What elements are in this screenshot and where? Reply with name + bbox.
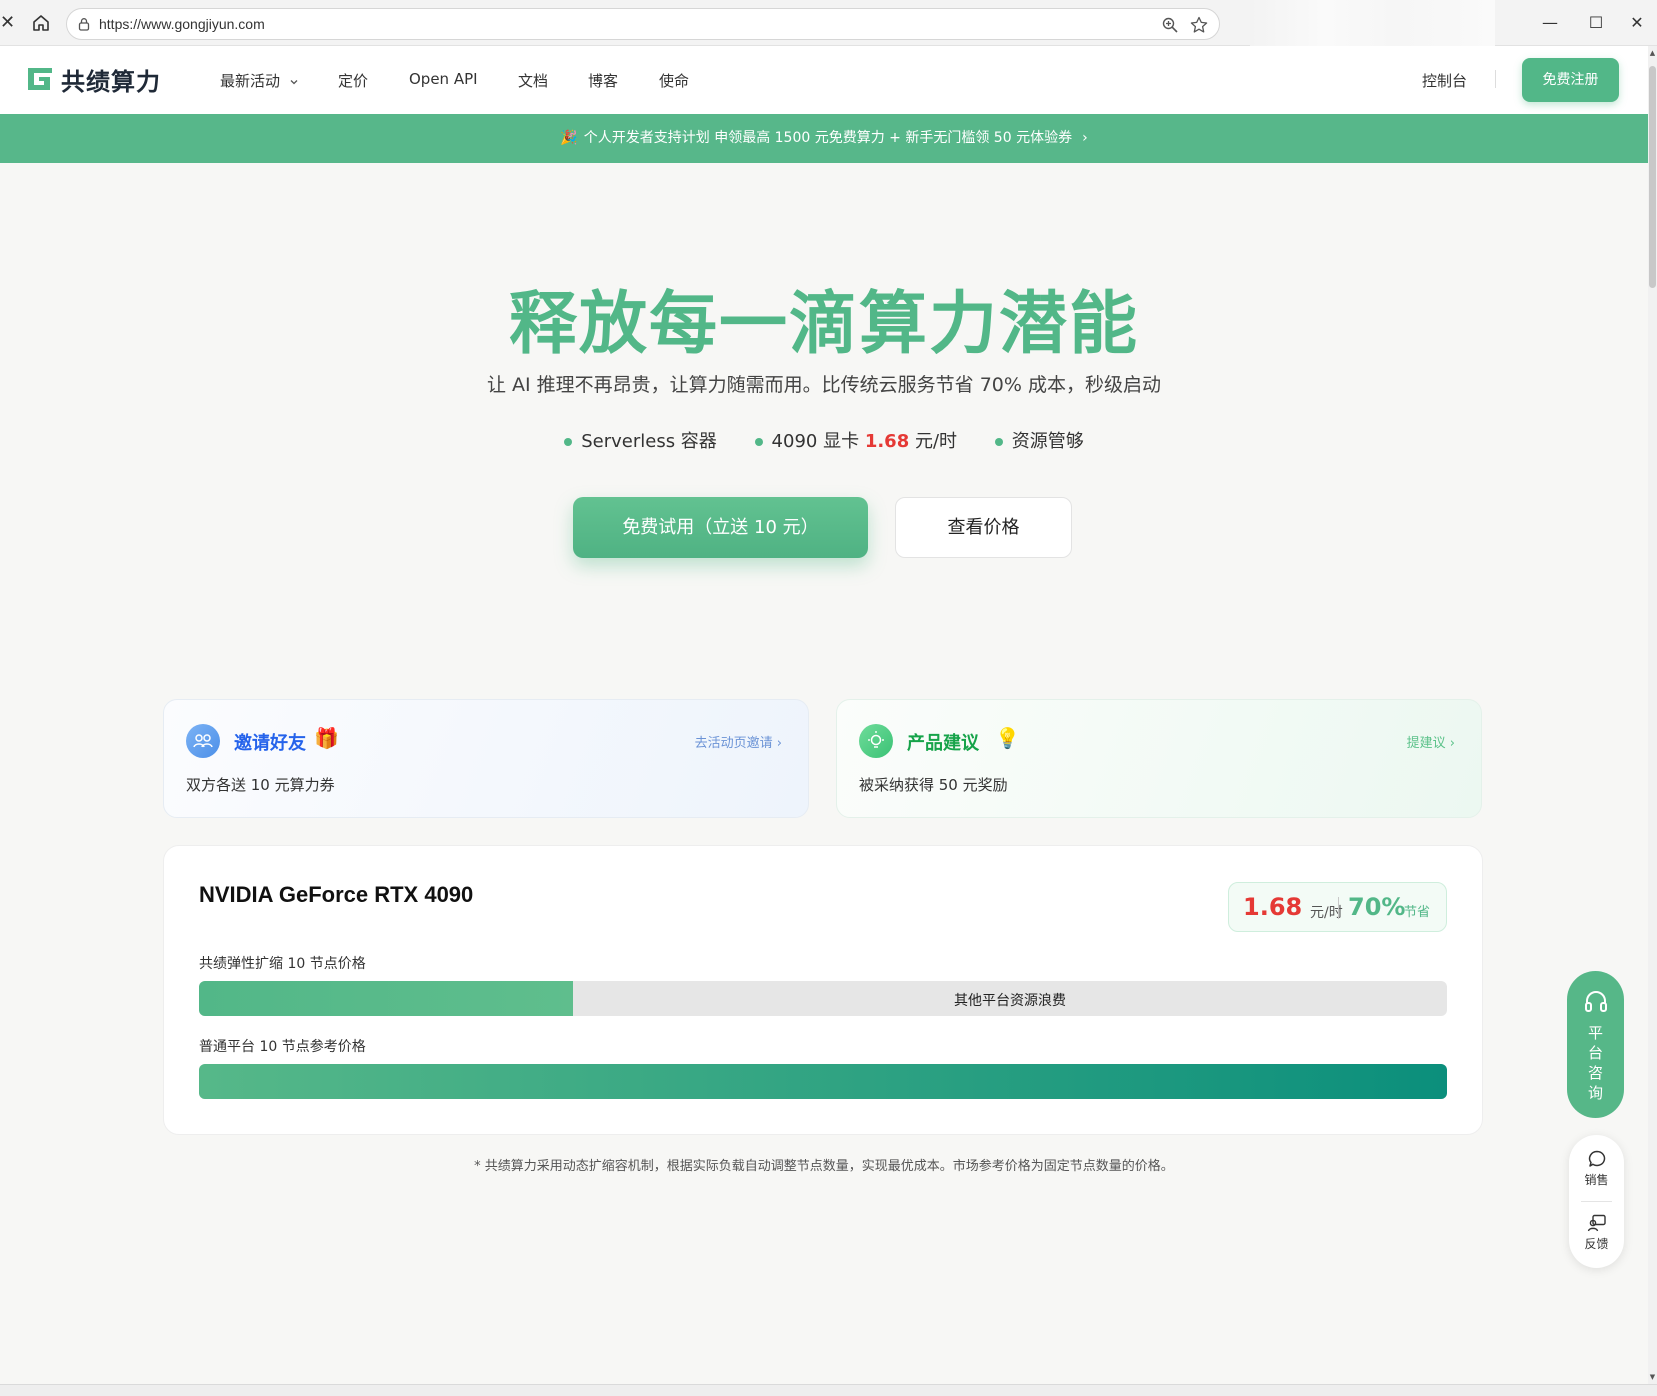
consult-char: 台 xyxy=(1587,1044,1603,1062)
elastic-bar-label: 共绩弹性扩缩 10 节点价格 xyxy=(199,956,366,972)
chat-bubble-icon xyxy=(1588,1150,1605,1167)
consult-label: 平台咨询 xyxy=(1567,1023,1624,1103)
invite-friends-card[interactable]: 邀请好友 🎁 去活动页邀请 › 双方各送 10 元算力券 xyxy=(163,699,809,818)
card-title: 产品建议 xyxy=(907,733,979,754)
view-pricing-button[interactable]: 查看价格 xyxy=(895,497,1072,558)
feature-label: 资源管够 xyxy=(1011,431,1084,452)
pricing-footnote: * 共绩算力采用动态扩缩容机制，根据实际负载自动调整节点数量，实现最优成本。市场… xyxy=(474,1159,1174,1174)
promo-banner[interactable]: 🎉 个人开发者支持计划 申领最高 1500 元免费算力 + 新手无门槛领 50 元… xyxy=(0,114,1648,163)
badge-divider xyxy=(1338,897,1339,919)
price-badge: 1.68 元/时 70% 节省 xyxy=(1228,882,1447,932)
hero-features: Serverless 容器 4090 显卡 1.68 元/时 资源管够 xyxy=(0,427,1648,453)
hero-title: 释放每一滴算力潜能 xyxy=(508,285,1139,364)
reference-bar-label: 普通平台 10 节点参考价格 xyxy=(199,1039,366,1055)
close-tab-button[interactable]: ✕ xyxy=(0,12,18,34)
bulb-icon xyxy=(859,724,893,758)
card-description: 被采纳获得 50 元奖励 xyxy=(859,776,1008,794)
scrollbar-thumb[interactable] xyxy=(1649,66,1656,288)
bullet-dot xyxy=(754,438,763,446)
minimize-button[interactable]: — xyxy=(1530,8,1570,38)
tab-strip-area xyxy=(1250,0,1495,46)
feature-serverless: Serverless 容器 xyxy=(564,427,717,453)
nav-item-label: 最新活动 xyxy=(220,72,281,90)
console-link[interactable]: 控制台 xyxy=(1422,70,1467,91)
scroll-up-arrow[interactable]: ▲ xyxy=(1648,48,1657,58)
lock-icon[interactable] xyxy=(77,17,91,31)
site-header: 共绩算力 最新活动 定价 Open API 文档 博客 使命 控制台 免费注册 xyxy=(0,46,1648,114)
gpu-price-panel: NVIDIA GeForce RTX 4090 1.68 元/时 70% 节省 … xyxy=(163,845,1483,1135)
consult-char: 咨 xyxy=(1587,1064,1603,1082)
feature-price: 1.68 xyxy=(864,431,910,452)
bullet-dot xyxy=(564,438,573,446)
nav-item-mission[interactable]: 使命 xyxy=(659,70,689,91)
waste-label: 其他平台资源浪费 xyxy=(954,993,1066,1009)
elastic-price-fill xyxy=(199,981,573,1016)
feedback-icon xyxy=(1587,1214,1606,1232)
hero-subtitle: 让 AI 推理不再昂贵，让算力随需而用。比传统云服务节省 70% 成本，秒级启动 xyxy=(487,374,1161,396)
side-contact-widget: 销售 反馈 xyxy=(1569,1135,1624,1268)
nav-item-pricing[interactable]: 定价 xyxy=(338,70,368,91)
window-close-button[interactable]: ✕ xyxy=(1617,8,1657,38)
party-icon: 🎉 xyxy=(560,130,578,146)
feature-label: Serverless 容器 xyxy=(581,431,717,452)
saving-unit: 节省 xyxy=(1404,905,1431,920)
reference-price-fill xyxy=(199,1064,1447,1099)
maximize-button[interactable]: ☐ xyxy=(1576,8,1616,38)
logo-text: 共绩算力 xyxy=(61,67,161,96)
sales-label: 销售 xyxy=(1584,1173,1609,1187)
zoom-icon[interactable] xyxy=(1161,16,1179,34)
nav-item-latest-activity[interactable]: 最新活动 xyxy=(220,70,299,91)
card-title: 邀请好友 xyxy=(234,733,306,754)
scroll-down-arrow[interactable]: ▼ xyxy=(1648,1372,1657,1382)
nav-item-open-api[interactable]: Open API xyxy=(409,70,478,88)
gpu-name: NVIDIA GeForce RTX 4090 xyxy=(199,882,474,907)
feedback-label: 反馈 xyxy=(1584,1237,1609,1251)
chevron-down-icon xyxy=(290,79,298,84)
address-bar[interactable]: https://www.gongjiyun.com xyxy=(66,8,1220,40)
suggest-link[interactable]: 提建议 › xyxy=(1407,732,1455,751)
price-value: 1.68 xyxy=(1243,893,1303,921)
widget-divider xyxy=(1581,1201,1612,1202)
feedback-button[interactable]: 反馈 xyxy=(1569,1213,1624,1252)
logo-mark-icon xyxy=(28,68,52,90)
product-suggestion-card[interactable]: 产品建议 💡 提建议 › 被采纳获得 50 元奖励 xyxy=(836,699,1482,818)
card-description: 双方各送 10 元算力券 xyxy=(186,776,335,794)
logo[interactable]: 共绩算力 xyxy=(25,64,161,96)
sales-button[interactable]: 销售 xyxy=(1569,1149,1624,1188)
free-trial-button[interactable]: 免费试用（立送 10 元） xyxy=(573,497,868,558)
invite-link[interactable]: 去活动页邀请 › xyxy=(695,732,782,751)
nav-item-docs[interactable]: 文档 xyxy=(518,70,548,91)
home-icon[interactable] xyxy=(30,12,52,34)
lightbulb-icon: 💡 xyxy=(995,726,1020,750)
platform-consult-button[interactable]: 平台咨询 xyxy=(1567,971,1624,1118)
consult-char: 平 xyxy=(1587,1024,1603,1042)
promo-text: 个人开发者支持计划 申领最高 1500 元免费算力 + 新手无门槛领 50 元体… xyxy=(583,130,1073,146)
feature-resources: 资源管够 xyxy=(994,427,1084,453)
vertical-scrollbar[interactable]: ▲ ▼ xyxy=(1648,46,1657,1384)
url-text[interactable]: https://www.gongjiyun.com xyxy=(99,16,265,32)
nav-divider xyxy=(1495,70,1496,88)
nav-item-blog[interactable]: 博客 xyxy=(588,70,618,91)
users-icon xyxy=(186,724,220,758)
consult-char: 询 xyxy=(1587,1084,1603,1102)
chevron-right-icon: › xyxy=(1082,130,1088,146)
bullet-dot xyxy=(994,438,1003,446)
saving-value: 70% xyxy=(1348,893,1406,921)
elastic-price-bar: 其他平台资源浪费 xyxy=(199,981,1447,1016)
register-button[interactable]: 免费注册 xyxy=(1522,58,1619,102)
headphones-icon xyxy=(1585,991,1607,1012)
reference-price-bar xyxy=(199,1064,1447,1099)
star-icon[interactable] xyxy=(1189,15,1209,35)
feature-unit: 元/时 xyxy=(909,431,958,452)
gift-icon: 🎁 xyxy=(314,726,339,750)
browser-chrome: ✕ https://www.gongjiyun.com — ☐ ✕ xyxy=(0,0,1657,46)
horizontal-scrollbar[interactable] xyxy=(0,1384,1657,1396)
feature-4090-price: 4090 显卡 1.68 元/时 xyxy=(754,427,958,453)
feature-label: 4090 显卡 xyxy=(771,431,865,452)
